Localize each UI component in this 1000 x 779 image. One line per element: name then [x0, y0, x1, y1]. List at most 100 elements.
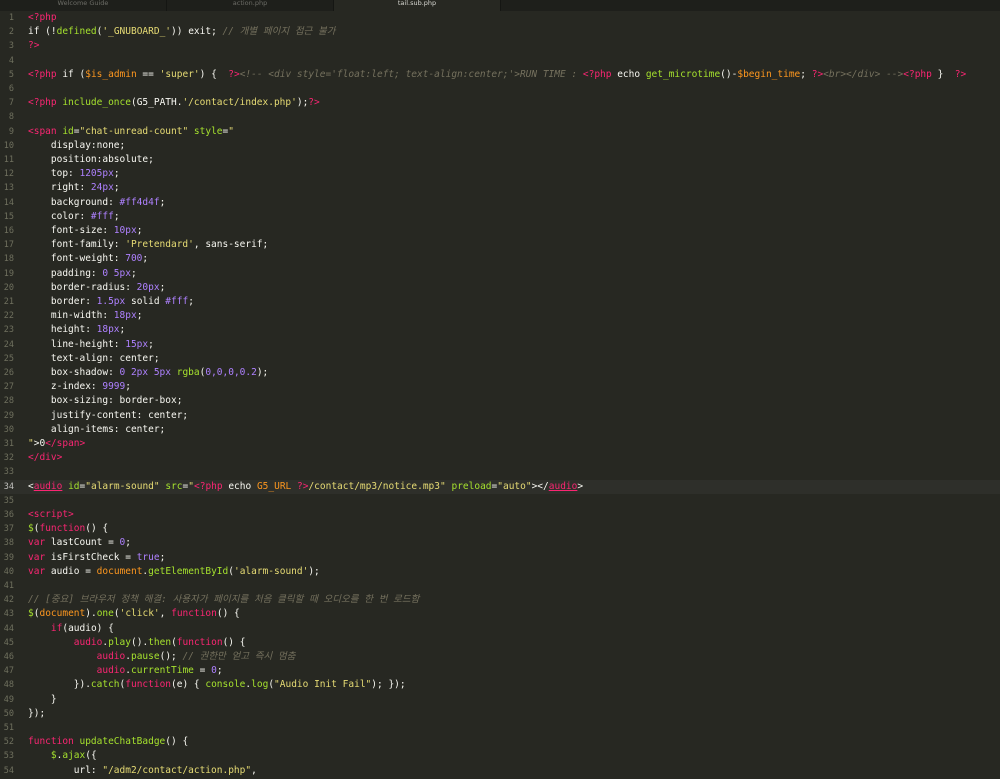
code-line[interactable]: 38 var lastCount = 0; [0, 536, 1000, 550]
code-line[interactable]: 45 audio.play().then(function() { [0, 636, 1000, 650]
code-line[interactable]: 30 align-items: center; [0, 423, 1000, 437]
code-line[interactable]: 50}); [0, 707, 1000, 721]
code-token: updateChatBadge [79, 736, 166, 748]
code-token: == [136, 68, 160, 80]
code-line[interactable]: 36 <script> [0, 508, 1000, 522]
code-line[interactable]: 22 min-width: 18px; [0, 309, 1000, 323]
code-line[interactable]: 33 [0, 465, 1000, 479]
code-line[interactable]: 5 <?php if ($is_admin == 'super') { ?><!-… [0, 68, 1000, 82]
code-line[interactable]: 41 [0, 579, 1000, 593]
code-token: font-size: [28, 225, 114, 236]
line-number: 36 [3, 510, 14, 520]
code-line[interactable]: 52 function updateChatBadge() { [0, 735, 1000, 749]
code-line[interactable]: 53 $.ajax({ [0, 749, 1000, 763]
code-token: ; [130, 267, 137, 279]
line-number: 46 [3, 652, 14, 662]
code-token: solid [125, 296, 166, 307]
code-editor[interactable]: 1 <?php 2 if (!defined('_GNUBOARD_')) exit;… [0, 11, 1000, 779]
code-text: line-height: 15px; [28, 338, 154, 352]
code-line[interactable]: 35 [0, 494, 1000, 508]
code-text: audio.currentTime = 0; [28, 664, 223, 678]
code-line[interactable]: 51 [0, 721, 1000, 735]
code-text: if (!defined('_GNUBOARD_')) exit; // 개별 … [28, 25, 336, 39]
code-line[interactable]: 15 color: #fff; [0, 210, 1000, 224]
code-line[interactable]: 8 [0, 110, 1000, 124]
code-line[interactable]: 12 top: 1205px; [0, 167, 1000, 181]
code-line[interactable]: 13 right: 24px; [0, 181, 1000, 195]
tab-2[interactable]: tail.sub.php [334, 0, 501, 11]
code-line[interactable]: 25 text-align: center; [0, 352, 1000, 366]
line-number: 24 [3, 339, 14, 350]
code-text: }); [28, 707, 45, 721]
code-token: '_GNUBOARD_' [102, 26, 172, 38]
code-line[interactable]: 54 url: "/adm2/contact/action.php", [0, 764, 1000, 778]
code-line[interactable]: 32 </div> [0, 451, 1000, 465]
code-line[interactable]: 43 $(document).one('click', function() { [0, 607, 1000, 621]
code-line[interactable]: 24 line-height: 15px; [0, 338, 1000, 352]
code-line[interactable]: 44 if(audio) { [0, 622, 1000, 636]
code-line[interactable]: 10 display:none; [0, 139, 1000, 153]
code-line[interactable]: 23 height: 18px; [0, 323, 1000, 337]
code-line[interactable]: 40 var audio = document.getElementById('a… [0, 565, 1000, 579]
line-number: 31 [3, 439, 14, 449]
code-line[interactable]: 37 $(function() { [0, 522, 1000, 536]
code-text: border-radius: 20px; [28, 281, 165, 295]
code-line[interactable]: 20 border-radius: 20px; [0, 281, 1000, 295]
code-token: font-family: [28, 239, 126, 251]
code-token: background: [28, 196, 120, 208]
line-number: 1 [8, 13, 14, 23]
code-line[interactable]: 48 }).catch(function(e) { console.log("A… [0, 678, 1000, 692]
code-token: var [28, 565, 51, 577]
code-line[interactable]: 4 [0, 54, 1000, 68]
code-token: ; [119, 324, 126, 336]
code-token: ); [256, 367, 269, 378]
code-token: var [28, 551, 51, 563]
code-line[interactable]: 34 <audio id="alarm-sound" src="<?php ech… [0, 479, 1000, 494]
code-token: G5_URL [256, 480, 292, 492]
code-token: <?php [194, 480, 229, 492]
code-token: "alarm-sound" [85, 480, 160, 492]
code-token: ; [148, 338, 154, 350]
code-token: } [28, 693, 57, 705]
code-line[interactable]: 27 z-index: 9999; [0, 380, 1000, 394]
code-text: </div> [28, 451, 62, 465]
line-number: 3 [8, 41, 14, 52]
code-line[interactable]: 1 <?php [0, 11, 1000, 25]
code-token: padding: [28, 267, 103, 279]
code-line[interactable]: 39 var isFirstCheck = true; [0, 551, 1000, 565]
code-line[interactable]: 49 } [0, 693, 1000, 707]
code-token: () { [222, 636, 246, 648]
tab-1[interactable]: action.php [167, 0, 334, 11]
code-line[interactable]: 6 [0, 82, 1000, 96]
code-line[interactable]: 47 audio.currentTime = 0; [0, 664, 1000, 678]
code-line[interactable]: 16 font-size: 10px; [0, 224, 1000, 238]
code-line[interactable]: 14 background: #ff4d4f; [0, 196, 1000, 210]
code-line[interactable]: 26 box-shadow: 0 2px 5px rgba(0,0,0,0.2)… [0, 366, 1000, 380]
code-token: audio [96, 651, 126, 662]
line-number: 10 [3, 140, 14, 151]
line-number: 2 [8, 27, 14, 38]
code-line[interactable]: 19 padding: 0 5px; [0, 267, 1000, 281]
code-line[interactable]: 42 // [중요] 브라우저 정책 해결: 사용자가 페이지를 처음 클릭할 때… [0, 593, 1000, 607]
line-number: 27 [3, 382, 14, 393]
code-line[interactable]: 31 ">0</span> [0, 437, 1000, 451]
code-token: function [176, 636, 223, 648]
code-line[interactable]: 9 <span id="chat-unread-count" style=" [0, 125, 1000, 139]
code-token: (audio) { [62, 622, 114, 634]
code-line[interactable]: 2 if (!defined('_GNUBOARD_')) exit; // 개별… [0, 25, 1000, 39]
code-line[interactable]: 29 justify-content: center; [0, 409, 1000, 423]
code-text: $(function() { [28, 522, 108, 536]
code-line[interactable]: 46 audio.pause(); // 권한만 얻고 즉시 멈춤 [0, 650, 1000, 664]
code-line[interactable]: 28 box-sizing: border-box; [0, 394, 1000, 408]
code-line[interactable]: 17 font-family: 'Pretendard', sans-serif… [0, 238, 1000, 252]
line-number: 42 [3, 595, 14, 606]
line-number: 21 [3, 297, 14, 307]
code-line[interactable]: 7 <?php include_once(G5_PATH.'/contact/in… [0, 96, 1000, 110]
code-line[interactable]: 3 ?> [0, 39, 1000, 53]
code-line[interactable]: 21 border: 1.5px solid #fff; [0, 295, 1000, 309]
code-token: 'Pretendard' [125, 239, 194, 251]
code-line[interactable]: 18 font-weight: 700; [0, 252, 1000, 266]
code-line[interactable]: 11 position:absolute; [0, 153, 1000, 167]
tab-0[interactable]: Welcome Guide [0, 0, 167, 11]
code-token: border: [28, 296, 97, 307]
